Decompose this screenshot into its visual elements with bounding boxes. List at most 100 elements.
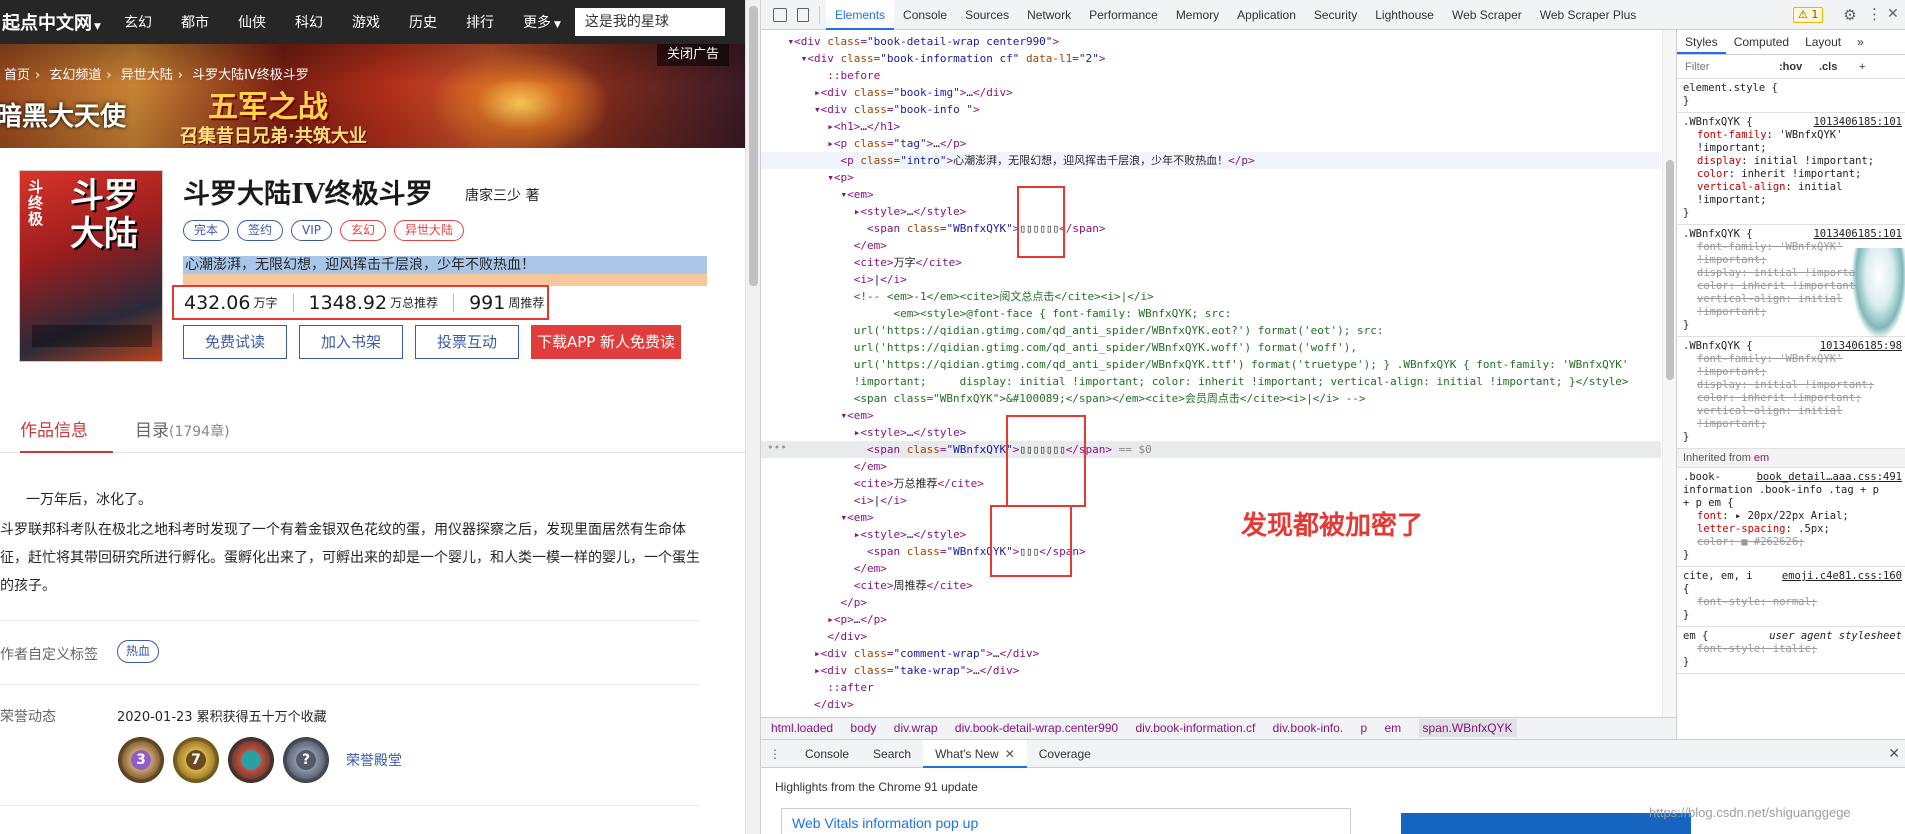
medal-icon[interactable]: 7: [173, 737, 219, 783]
dom-line-selected[interactable]: <span class="WBnfxQYK">▯▯▯▯▯▯▯</span> ==…: [761, 441, 1661, 458]
add-rule-icon[interactable]: +: [1859, 55, 1865, 79]
dom-line[interactable]: </em>: [761, 458, 1661, 475]
dom-line[interactable]: <cite>周推荐</cite>: [761, 577, 1661, 594]
dom-line[interactable]: ▾<div class="book-information cf" data-l…: [761, 50, 1661, 67]
book-author[interactable]: 唐家三少 著: [465, 185, 539, 205]
dom-line[interactable]: <em><style>@font-face { font-family: WBn…: [761, 305, 1661, 322]
warnings-badge[interactable]: ⚠ 1: [1793, 7, 1824, 23]
nav-item-xuanhuan[interactable]: 玄幻: [124, 12, 152, 32]
breadcrumb-category[interactable]: 异世大陆: [121, 68, 173, 83]
dom-line[interactable]: url('https://qidian.gtimg.com/qd_anti_sp…: [761, 356, 1661, 373]
tab-web-scraper-plus[interactable]: Web Scraper Plus: [1531, 0, 1646, 30]
dom-line[interactable]: ▸<p>…</p>: [761, 611, 1661, 628]
dom-line[interactable]: <!-- <em>-1</em><cite>阅文总点击</cite><i>|</…: [761, 288, 1661, 305]
drawer-tab-console[interactable]: Console: [793, 740, 861, 768]
dom-line[interactable]: </div>: [761, 628, 1661, 645]
dom-line[interactable]: ::before: [761, 67, 1661, 84]
add-to-shelf-button[interactable]: 加入书架: [299, 325, 403, 359]
close-drawer-icon[interactable]: ✕: [1888, 745, 1900, 762]
ad-banner[interactable]: 首页 › 玄幻频道 › 异世大陆 › 斗罗大陆IV终极斗罗 关闭广告 暗黑大天使 五军…: [0, 44, 745, 148]
nav-item-paihang[interactable]: 排行: [466, 12, 494, 32]
dom-line[interactable]: <span class="WBnfxQYK">&#100089;</span><…: [761, 390, 1661, 407]
download-app-button[interactable]: 下载APP 新人免费读: [531, 325, 681, 359]
tag-xuanhuan[interactable]: 玄幻: [340, 220, 387, 241]
rule-source-link[interactable]: 1013406185:101: [1813, 228, 1902, 241]
dom-line[interactable]: </em>: [761, 237, 1661, 254]
cls-toggle[interactable]: .cls: [1819, 55, 1837, 79]
dom-line-intro[interactable]: <p class="intro">心潮澎湃，无限幻想，迎风挥击千层浪，少年不败热…: [761, 152, 1661, 169]
dom-line[interactable]: ▸<div class="comment-wrap">…</div>: [761, 645, 1661, 662]
dom-line[interactable]: ▾<em>: [761, 407, 1661, 424]
dom-line[interactable]: ▸<p class="tag">…</p>: [761, 135, 1661, 152]
dom-tree-scrollbar[interactable]: [1662, 30, 1676, 717]
style-rule-wbnfxqyk-3[interactable]: .WBnfxQYK { 1013406185:98 font-family: '…: [1677, 337, 1905, 449]
tab-network[interactable]: Network: [1018, 0, 1080, 30]
site-logo[interactable]: 起点中文网 ▼: [0, 9, 124, 35]
rule-source-link[interactable]: emoji.c4e81.css:160: [1781, 570, 1902, 583]
tab-console[interactable]: Console: [894, 0, 956, 30]
rule-source-link[interactable]: book_detail…aaa.css:491: [1756, 471, 1902, 484]
nav-more[interactable]: 更多 ▼: [523, 12, 561, 32]
crumb-book-detail[interactable]: div.book-detail-wrap.center990: [955, 721, 1118, 735]
more-options-icon[interactable]: ⋮: [1867, 6, 1882, 22]
drawer-menu-icon[interactable]: ⋮: [761, 740, 793, 768]
drawer-tab-whats-new[interactable]: What's New ✕: [923, 739, 1027, 768]
style-rule-cite-em-i[interactable]: cite, em, i emoji.c4e81.css:160 { font-s…: [1677, 567, 1905, 627]
drawer-tab-coverage[interactable]: Coverage: [1027, 740, 1103, 768]
breadcrumb-home[interactable]: 首页: [4, 68, 30, 83]
nav-item-kehuan[interactable]: 科幻: [295, 12, 323, 32]
crumb-body[interactable]: body: [850, 721, 876, 735]
dom-line[interactable]: url('https://qidian.gtimg.com/qd_anti_sp…: [761, 322, 1661, 339]
dom-line[interactable]: ▸<style>…</style>: [761, 203, 1661, 220]
dom-line[interactable]: url('https://qidian.gtimg.com/qd_anti_sp…: [761, 339, 1661, 356]
style-rule-element[interactable]: element.style { }: [1677, 79, 1905, 113]
search-input[interactable]: 这是我的星球: [574, 8, 725, 36]
scrollbar-thumb[interactable]: [1666, 160, 1674, 380]
drawer-tab-search[interactable]: Search: [861, 740, 923, 768]
hov-toggle[interactable]: :hov: [1779, 55, 1802, 79]
free-read-button[interactable]: 免费试读: [183, 325, 287, 359]
tab-more[interactable]: »: [1849, 30, 1872, 54]
medal-icon[interactable]: [228, 737, 274, 783]
dom-line[interactable]: ▸<div class="take-wrap">…</div>: [761, 662, 1661, 679]
medal-icon[interactable]: ?: [283, 737, 329, 783]
dom-line[interactable]: ▾<em>: [761, 509, 1661, 526]
dom-line[interactable]: <cite>万字</cite>: [761, 254, 1661, 271]
rule-source-link[interactable]: 1013406185:101: [1813, 116, 1902, 129]
dom-tree[interactable]: ▾<div class="book-detail-wrap center990"…: [761, 30, 1676, 717]
tab-sources[interactable]: Sources: [956, 0, 1018, 30]
tab-performance[interactable]: Performance: [1080, 0, 1167, 30]
tab-layout[interactable]: Layout: [1797, 30, 1849, 54]
crumb-em[interactable]: em: [1385, 721, 1402, 735]
tab-lighthouse[interactable]: Lighthouse: [1366, 0, 1443, 30]
dom-line[interactable]: ::after: [761, 679, 1661, 696]
style-rule-em-ua[interactable]: em { user agent stylesheet font-style: i…: [1677, 627, 1905, 674]
nav-item-lishi[interactable]: 历史: [409, 12, 437, 32]
dom-line[interactable]: ▾<em>: [761, 186, 1661, 203]
dom-line[interactable]: ▸<h1>…</h1>: [761, 118, 1661, 135]
more-icon[interactable]: •••: [767, 441, 787, 454]
dom-line[interactable]: ▸<style>…</style>: [761, 424, 1661, 441]
crumb-book-info[interactable]: div.book-info.: [1273, 721, 1343, 735]
tab-catalog[interactable]: 目录(1794章): [135, 418, 230, 453]
dom-line[interactable]: <cite>万总推荐</cite>: [761, 475, 1661, 492]
close-ad-button[interactable]: 关闭广告: [657, 44, 729, 66]
medal-icon[interactable]: 3: [118, 737, 164, 783]
dom-line[interactable]: ▾<p>: [761, 169, 1661, 186]
dom-line[interactable]: </div>: [761, 696, 1661, 713]
dom-line[interactable]: !important; display: initial !important;…: [761, 373, 1661, 390]
crumb-html[interactable]: html.loaded: [771, 721, 833, 735]
dom-line[interactable]: <i>|</i>: [761, 271, 1661, 288]
close-icon[interactable]: ✕: [1887, 6, 1899, 22]
dom-line[interactable]: </p>: [761, 594, 1661, 611]
tab-elements[interactable]: Elements: [826, 0, 895, 30]
device-toggle-icon[interactable]: [797, 7, 809, 22]
nav-item-xianxia[interactable]: 仙侠: [238, 12, 266, 32]
dom-line[interactable]: ▸<div class="book-img">…</div>: [761, 84, 1661, 101]
inspect-element-icon[interactable]: [773, 7, 787, 22]
crumb-p[interactable]: p: [1360, 721, 1367, 735]
close-icon[interactable]: ✕: [1005, 747, 1015, 761]
tag-yishidalu[interactable]: 异世大陆: [394, 220, 465, 241]
tab-computed[interactable]: Computed: [1726, 30, 1797, 54]
scrollbar-thumb[interactable]: [749, 6, 758, 286]
